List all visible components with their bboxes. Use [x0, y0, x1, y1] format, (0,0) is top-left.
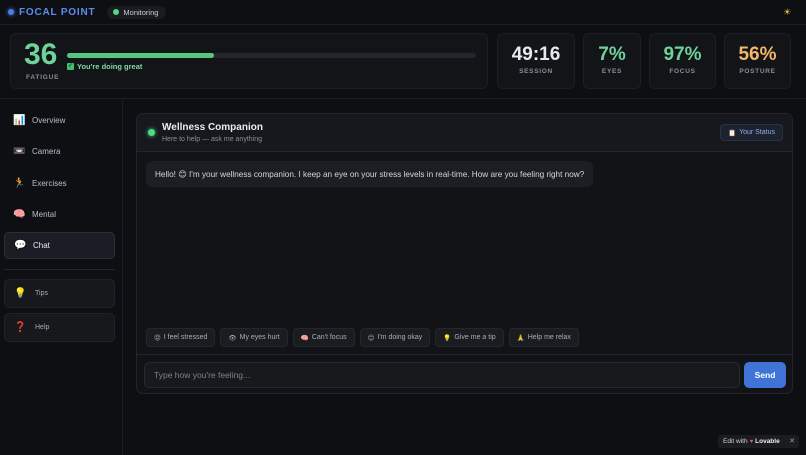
- fatigue-progress-track: [67, 53, 476, 58]
- quick-replies: 😟 I feel stressed 👁 My eyes hurt 🧠 Can't…: [146, 328, 579, 347]
- sidebar-item-exercises[interactable]: 🏃 Exercises: [4, 170, 115, 197]
- your-status-label: Your Status: [739, 129, 775, 136]
- sidebar-item-label: Overview: [32, 116, 66, 125]
- sidebar-item-label: Chat: [33, 241, 50, 250]
- lovable-heart-icon: ♥: [749, 438, 754, 445]
- sidebar-item-label: Camera: [32, 147, 61, 156]
- chat-header: Wellness Companion Here to help — ask me…: [137, 114, 792, 152]
- fatigue-status: ✓ You're doing great: [67, 62, 142, 71]
- metric-card-eyes: 7% EYES: [583, 33, 641, 89]
- quick-reply-label: Help me relax: [527, 334, 571, 341]
- lovable-badge[interactable]: Edit with ♥ Lovable ✕: [718, 435, 799, 448]
- metric-label: FOCUS: [669, 68, 696, 75]
- send-button[interactable]: Send: [744, 362, 786, 388]
- quick-reply-tip[interactable]: 💡 Give me a tip: [435, 328, 504, 347]
- edit-with-label: Edit with: [723, 438, 748, 445]
- check-icon: ✓: [67, 63, 74, 70]
- metric-value: 97%: [663, 44, 702, 65]
- praying-hands-icon: 🙏: [516, 334, 525, 342]
- metric-card-focus: 97% FOCUS: [649, 33, 716, 89]
- eye-icon: 👁: [228, 334, 237, 342]
- brand-logo-icon: [8, 9, 14, 15]
- assistant-message: Hello! 😊 I'm your wellness companion. I …: [146, 161, 594, 187]
- quick-reply-stressed[interactable]: 😟 I feel stressed: [146, 328, 216, 347]
- metric-label: SESSION: [519, 68, 553, 75]
- speech-bubble-icon: 💬: [14, 240, 27, 251]
- fatigue-card: 36 FATIGUE ✓ You're doing great: [10, 33, 488, 89]
- online-status-icon: [148, 129, 155, 136]
- lovable-brand: Lovable: [755, 438, 780, 445]
- quick-reply-label: My eyes hurt: [239, 334, 280, 341]
- monitoring-label: Monitoring: [123, 7, 159, 17]
- lightbulb-icon: 💡: [443, 334, 452, 342]
- quick-reply-doing-okay[interactable]: 😊 I'm doing okay: [359, 328, 431, 347]
- help-label: Help: [35, 324, 50, 331]
- tips-label: Tips: [35, 290, 48, 297]
- sidebar-item-camera[interactable]: 📼 Camera: [4, 138, 115, 165]
- clipboard-icon: 📋: [727, 129, 737, 137]
- sidebar-item-overview[interactable]: 📊 Overview: [4, 107, 115, 134]
- quick-reply-label: Give me a tip: [454, 334, 496, 341]
- metric-card-posture: 56% POSTURE: [724, 33, 791, 89]
- brand[interactable]: FOCAL POINT: [8, 7, 95, 18]
- fatigue-label: FATIGUE: [26, 74, 60, 81]
- metric-label: POSTURE: [739, 68, 776, 75]
- metric-value: 7%: [598, 44, 626, 65]
- theme-toggle-sun-icon[interactable]: ☀: [782, 7, 792, 17]
- metric-value: 49:16: [511, 44, 561, 65]
- question-icon: ❓: [14, 322, 27, 333]
- sidebar-item-label: Mental: [32, 210, 57, 219]
- live-dot-icon: [113, 9, 120, 15]
- chat-subtitle: Here to help — ask me anything: [162, 136, 262, 143]
- bar-chart-icon: 📊: [13, 115, 26, 126]
- quick-reply-label: Can't focus: [311, 334, 347, 341]
- composer: Send: [137, 354, 792, 393]
- metric-label: EYES: [601, 68, 623, 75]
- chat-panel: Wellness Companion Here to help — ask me…: [136, 113, 793, 394]
- quick-reply-eyes-hurt[interactable]: 👁 My eyes hurt: [220, 328, 288, 347]
- runner-icon: 🏃: [13, 178, 26, 189]
- fatigue-value: 36: [24, 38, 58, 71]
- quick-reply-cant-focus[interactable]: 🧠 Can't focus: [292, 328, 355, 347]
- smiling-face-icon: 😊: [367, 334, 375, 342]
- metric-card-session: 49:16 SESSION: [497, 33, 575, 89]
- quick-reply-relax[interactable]: 🙏 Help me relax: [508, 328, 579, 347]
- lightbulb-icon: 💡: [14, 288, 27, 299]
- sidebar: 📊 Overview 📼 Camera 🏃 Exercises 🧠 Mental…: [0, 100, 123, 455]
- worried-face-icon: 😟: [154, 334, 161, 342]
- fatigue-status-text: You're doing great: [77, 62, 143, 71]
- chat-title: Wellness Companion: [162, 122, 263, 133]
- top-bar: FOCAL POINT Monitoring ☀: [0, 0, 806, 25]
- sidebar-item-chat[interactable]: 💬 Chat: [4, 232, 115, 259]
- metric-value: 56%: [738, 44, 777, 65]
- app-title: FOCAL POINT: [19, 6, 96, 18]
- close-icon[interactable]: ✕: [789, 437, 795, 445]
- tips-button[interactable]: 💡 Tips: [4, 279, 115, 308]
- brain-icon: 🧠: [13, 209, 26, 220]
- quick-reply-label: I feel stressed: [163, 334, 208, 341]
- brain-icon: 🧠: [300, 334, 309, 342]
- stats-strip: 36 FATIGUE ✓ You're doing great 49:16 SE…: [0, 26, 806, 99]
- help-button[interactable]: ❓ Help: [4, 313, 115, 342]
- sidebar-item-mental[interactable]: 🧠 Mental: [4, 201, 115, 228]
- message-input[interactable]: [144, 362, 740, 388]
- your-status-button[interactable]: 📋 Your Status: [719, 124, 783, 141]
- sidebar-item-label: Exercises: [32, 179, 67, 188]
- fatigue-progress-fill: [67, 53, 215, 58]
- camera-icon: 📼: [13, 146, 26, 157]
- sidebar-divider: [4, 269, 115, 270]
- monitoring-status: Monitoring: [107, 5, 167, 19]
- quick-reply-label: I'm doing okay: [377, 334, 423, 341]
